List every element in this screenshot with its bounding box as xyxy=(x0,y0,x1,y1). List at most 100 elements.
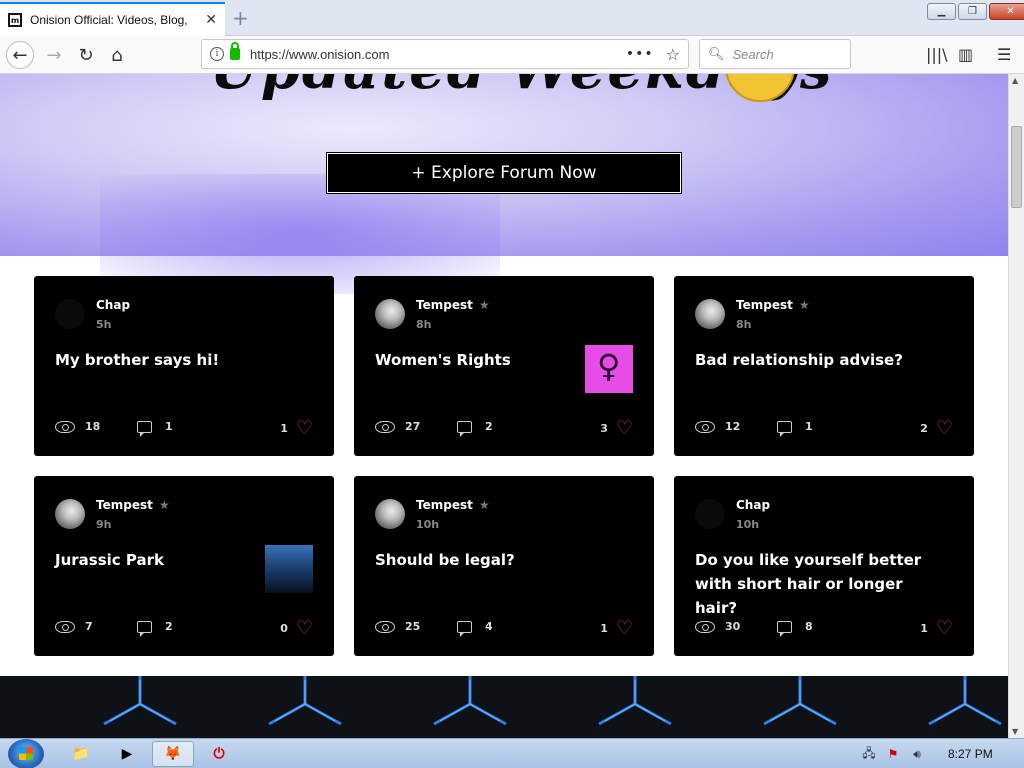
action-center-icon[interactable]: ⚑ xyxy=(884,745,902,763)
site-info-icon[interactable]: i xyxy=(210,47,224,61)
heart-icon[interactable]: ♡ xyxy=(296,619,313,638)
forum-post-card[interactable]: Tempest ★ 9h Jurassic Park 7 2 0 ♡ xyxy=(34,476,334,656)
likes-stat[interactable]: 0 ♡ xyxy=(280,619,313,638)
forward-button[interactable]: → xyxy=(40,41,68,69)
likes-stat[interactable]: 1 ♡ xyxy=(600,619,633,638)
bookmark-star-icon[interactable]: ☆ xyxy=(666,45,680,64)
explore-forum-button[interactable]: + Explore Forum Now xyxy=(326,152,682,194)
scrollbar-thumb[interactable] xyxy=(1011,126,1022,208)
page-actions-icon[interactable]: ••• xyxy=(626,46,654,62)
heart-icon[interactable]: ♡ xyxy=(936,619,953,638)
explorer-taskbar-icon[interactable]: 📁 xyxy=(60,741,102,767)
browser-tab[interactable]: m Onision Official: Videos, Blog, F ✕ xyxy=(0,2,225,36)
media-player-taskbar-icon[interactable]: ▶ xyxy=(106,741,148,767)
browser-navbar: ← → ↻ ⌂ i https://www.onision.com ••• ☆ … xyxy=(0,36,1024,74)
restore-button[interactable]: ❐ xyxy=(958,3,987,20)
author-avatar[interactable] xyxy=(695,499,725,529)
author-name[interactable]: Tempest xyxy=(736,298,793,312)
post-thumbnail[interactable] xyxy=(585,345,633,393)
banner-pattern-shape xyxy=(595,676,675,738)
author-name[interactable]: Tempest xyxy=(416,298,473,312)
home-button[interactable]: ⌂ xyxy=(103,41,131,69)
page-scrollbar[interactable]: ▲ ▼ xyxy=(1008,74,1024,738)
eye-icon xyxy=(695,620,715,633)
views-count: 18 xyxy=(85,420,101,433)
banner-pattern-shape xyxy=(430,676,510,738)
forum-post-card[interactable]: Tempest★ 8h Women's Rights 27 2 3♡ xyxy=(354,276,654,456)
post-title[interactable]: Bad relationship advise? xyxy=(695,348,945,372)
heart-icon[interactable]: ♡ xyxy=(616,619,633,638)
views-count: 25 xyxy=(405,620,421,633)
post-time: 10h xyxy=(416,518,440,531)
power-app-taskbar-icon[interactable]: ⏻ xyxy=(198,741,240,767)
close-tab-icon[interactable]: ✕ xyxy=(205,12,217,28)
comments-stat[interactable]: 1 xyxy=(777,420,813,437)
author-name[interactable]: Tempest xyxy=(96,498,153,512)
comments-stat[interactable]: 2 xyxy=(137,620,173,637)
forum-post-card[interactable]: Tempest ★ 8h Bad relationship advise? 12 … xyxy=(674,276,974,456)
author-avatar[interactable] xyxy=(375,499,405,529)
library-icon[interactable]: |||\ xyxy=(926,45,948,64)
heart-icon[interactable]: ♡ xyxy=(296,419,313,438)
heart-icon[interactable]: ♡ xyxy=(616,419,633,438)
forum-post-card[interactable]: Chap 10h Do you like yourself better wit… xyxy=(674,476,974,656)
comments-stat[interactable]: 2 xyxy=(457,420,493,437)
start-button[interactable] xyxy=(8,739,44,768)
secure-lock-icon[interactable] xyxy=(230,42,240,60)
firefox-taskbar-icon[interactable]: 🦊 xyxy=(152,741,194,767)
post-author[interactable]: Tempest ★ xyxy=(416,298,490,312)
author-avatar[interactable] xyxy=(375,299,405,329)
back-button[interactable]: ← xyxy=(6,41,34,69)
comments-count: 1 xyxy=(805,420,813,433)
likes-stat[interactable]: 1 ♡ xyxy=(920,619,953,638)
menu-icon[interactable]: ☰ xyxy=(997,45,1011,64)
post-title[interactable]: Should be legal? xyxy=(375,548,625,572)
author-avatar[interactable] xyxy=(695,299,725,329)
post-thumbnail[interactable] xyxy=(265,545,313,593)
author-name[interactable]: Tempest xyxy=(416,498,473,512)
post-author[interactable]: Tempest ★ xyxy=(416,498,490,512)
scroll-down-icon[interactable]: ▼ xyxy=(1012,727,1018,736)
network-icon[interactable]: 🖧 xyxy=(860,745,878,763)
comments-stat[interactable]: 1 xyxy=(137,420,173,437)
comment-icon xyxy=(777,420,792,437)
author-avatar[interactable] xyxy=(55,299,85,329)
comments-stat[interactable]: 8 xyxy=(777,620,813,637)
reload-button[interactable]: ↻ xyxy=(72,41,100,69)
comments-count: 4 xyxy=(485,620,493,633)
search-placeholder[interactable]: Search xyxy=(733,47,774,62)
search-bar[interactable]: 🔍︎ Search xyxy=(699,39,851,69)
author-avatar[interactable] xyxy=(55,499,85,529)
sidebar-icon[interactable]: ▥ xyxy=(958,45,973,64)
url-bar[interactable]: i https://www.onision.com ••• ☆ xyxy=(201,39,689,69)
likes-stat[interactable]: 1 ♡ xyxy=(280,419,313,438)
forum-post-card[interactable]: Chap 5h My brother says hi! 18 1 1 ♡ xyxy=(34,276,334,456)
views-count: 7 xyxy=(85,620,93,633)
hero-banner: Updated Weekdays + Explore Forum Now xyxy=(0,74,1008,294)
volume-icon[interactable]: 🔊︎ xyxy=(908,745,926,763)
heart-icon[interactable]: ♡ xyxy=(936,419,953,438)
post-author[interactable]: Tempest ★ xyxy=(736,298,810,312)
post-title[interactable]: My brother says hi! xyxy=(55,348,305,372)
author-name[interactable]: Chap xyxy=(736,498,770,512)
forum-post-card[interactable]: Tempest ★ 10h Should be legal? 25 4 1 ♡ xyxy=(354,476,654,656)
post-author[interactable]: Chap xyxy=(96,298,130,312)
views-count: 27 xyxy=(405,420,421,433)
scroll-up-icon[interactable]: ▲ xyxy=(1012,76,1018,85)
page-content: Updated Weekdays + Explore Forum Now Cha… xyxy=(0,74,1008,738)
clock[interactable]: 8:27 PM xyxy=(948,747,993,761)
url-text[interactable]: https://www.onision.com xyxy=(250,47,389,62)
likes-stat[interactable]: 3 ♡ xyxy=(600,419,633,438)
comments-stat[interactable]: 4 xyxy=(457,620,493,637)
likes-count: 1 xyxy=(280,421,288,435)
new-tab-button[interactable]: + xyxy=(232,6,249,30)
views-stat: 27 xyxy=(375,420,420,433)
minimize-button[interactable]: ▁ xyxy=(927,3,956,20)
post-title[interactable]: Do you like yourself better with short h… xyxy=(695,548,945,620)
author-name[interactable]: Chap xyxy=(96,298,130,312)
banner-pattern-shape xyxy=(100,676,180,738)
close-window-button[interactable]: ✕ xyxy=(989,3,1024,20)
post-author[interactable]: Chap xyxy=(736,498,770,512)
likes-stat[interactable]: 2 ♡ xyxy=(920,419,953,438)
post-author[interactable]: Tempest ★ xyxy=(96,498,170,512)
